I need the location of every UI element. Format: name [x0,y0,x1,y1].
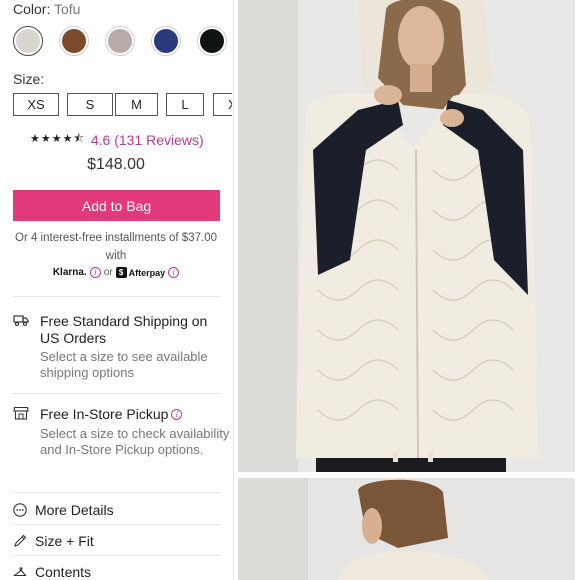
rating[interactable]: ★★★★⯪ 4.6 (131 Reviews) [30,130,204,149]
column-divider [233,0,234,580]
accordion-size-fit-label: Size + Fit [35,533,94,549]
divider [13,524,220,525]
afterpay-label: Afterpay [128,267,166,278]
swatch-black[interactable] [197,26,227,56]
color-label-prefix: Color: [13,1,51,17]
payment-or: or [103,267,113,278]
product-gallery [238,0,580,580]
selected-color-name: Tofu [54,1,81,17]
hanger-icon [13,567,27,577]
accordion-more-details[interactable]: More Details [13,502,114,518]
accordion-contents[interactable]: Contents [13,564,91,580]
divider [13,296,220,297]
reviews-link[interactable]: 4.6 (131 Reviews) [91,132,204,148]
size-s-button[interactable]: S [67,93,113,116]
swatch-mauve-dot [108,29,132,53]
product-photo-front[interactable] [238,0,575,472]
pickup-info-icon[interactable]: i [171,408,183,420]
installments-text: Or 4 interest-free installments of $37.0… [15,232,217,262]
swatch-navy-dot [154,29,178,53]
accordion-contents-label: Contents [35,564,92,580]
pickup-title: Free In-Store Pickup i [40,406,183,422]
klarna-logo: Klarna. [52,267,87,278]
rating-stars-icon: ★★★★⯪ [30,133,85,145]
payment-options: Klarna. i or $ Afterpay i [0,267,232,278]
klarna-info-icon[interactable]: i [89,267,101,278]
swatch-navy[interactable] [151,26,181,56]
swatch-tofu-dot [16,29,40,53]
accordion-more-details-label: More Details [35,502,114,518]
product-price: $148.00 [87,156,145,173]
pickup-subtitle: Select a size to check availability and … [40,426,230,457]
swatch-brown-dot [62,29,86,53]
afterpay-info-icon[interactable]: i [168,267,180,278]
add-to-bag-button[interactable]: Add to Bag [13,190,220,221]
divider [13,555,220,556]
swatch-brown[interactable] [59,26,89,56]
product-detail-panel: Color: Tofu Size: XS S M L XL ★★★★⯪ 4.6 … [0,0,232,580]
product-photo-side[interactable] [238,478,575,580]
shipping-title: Free Standard Shipping on US Orders [40,313,208,346]
color-label: Color: Tofu [13,1,80,17]
delivery-truck-icon [13,315,29,327]
swatch-tofu[interactable] [13,26,43,56]
size-xs-button[interactable]: XS [13,93,59,116]
color-swatches [13,26,227,56]
afterpay-badge-icon: $ [115,267,127,278]
store-icon [13,406,29,420]
swatch-black-dot [200,29,224,53]
more-dots-icon [13,503,27,517]
pencil-icon [14,534,27,547]
swatch-mauve[interactable] [105,26,135,56]
size-l-button[interactable]: L [166,93,204,116]
accordion-size-fit[interactable]: Size + Fit [13,533,94,549]
divider [13,393,220,394]
size-xl-button[interactable]: XL [213,93,232,116]
size-m-button[interactable]: M [115,93,158,116]
product-photo-side-image [238,478,575,580]
afterpay-logo: $ Afterpay [115,267,166,278]
size-options: XS S M L XL [13,93,232,117]
size-label: Size: [13,71,45,87]
product-photo-front-image [238,0,575,472]
pickup-title-text: Free In-Store Pickup [40,406,169,422]
divider [13,492,220,493]
shipping-subtitle: Select a size to see available shipping … [40,349,208,380]
